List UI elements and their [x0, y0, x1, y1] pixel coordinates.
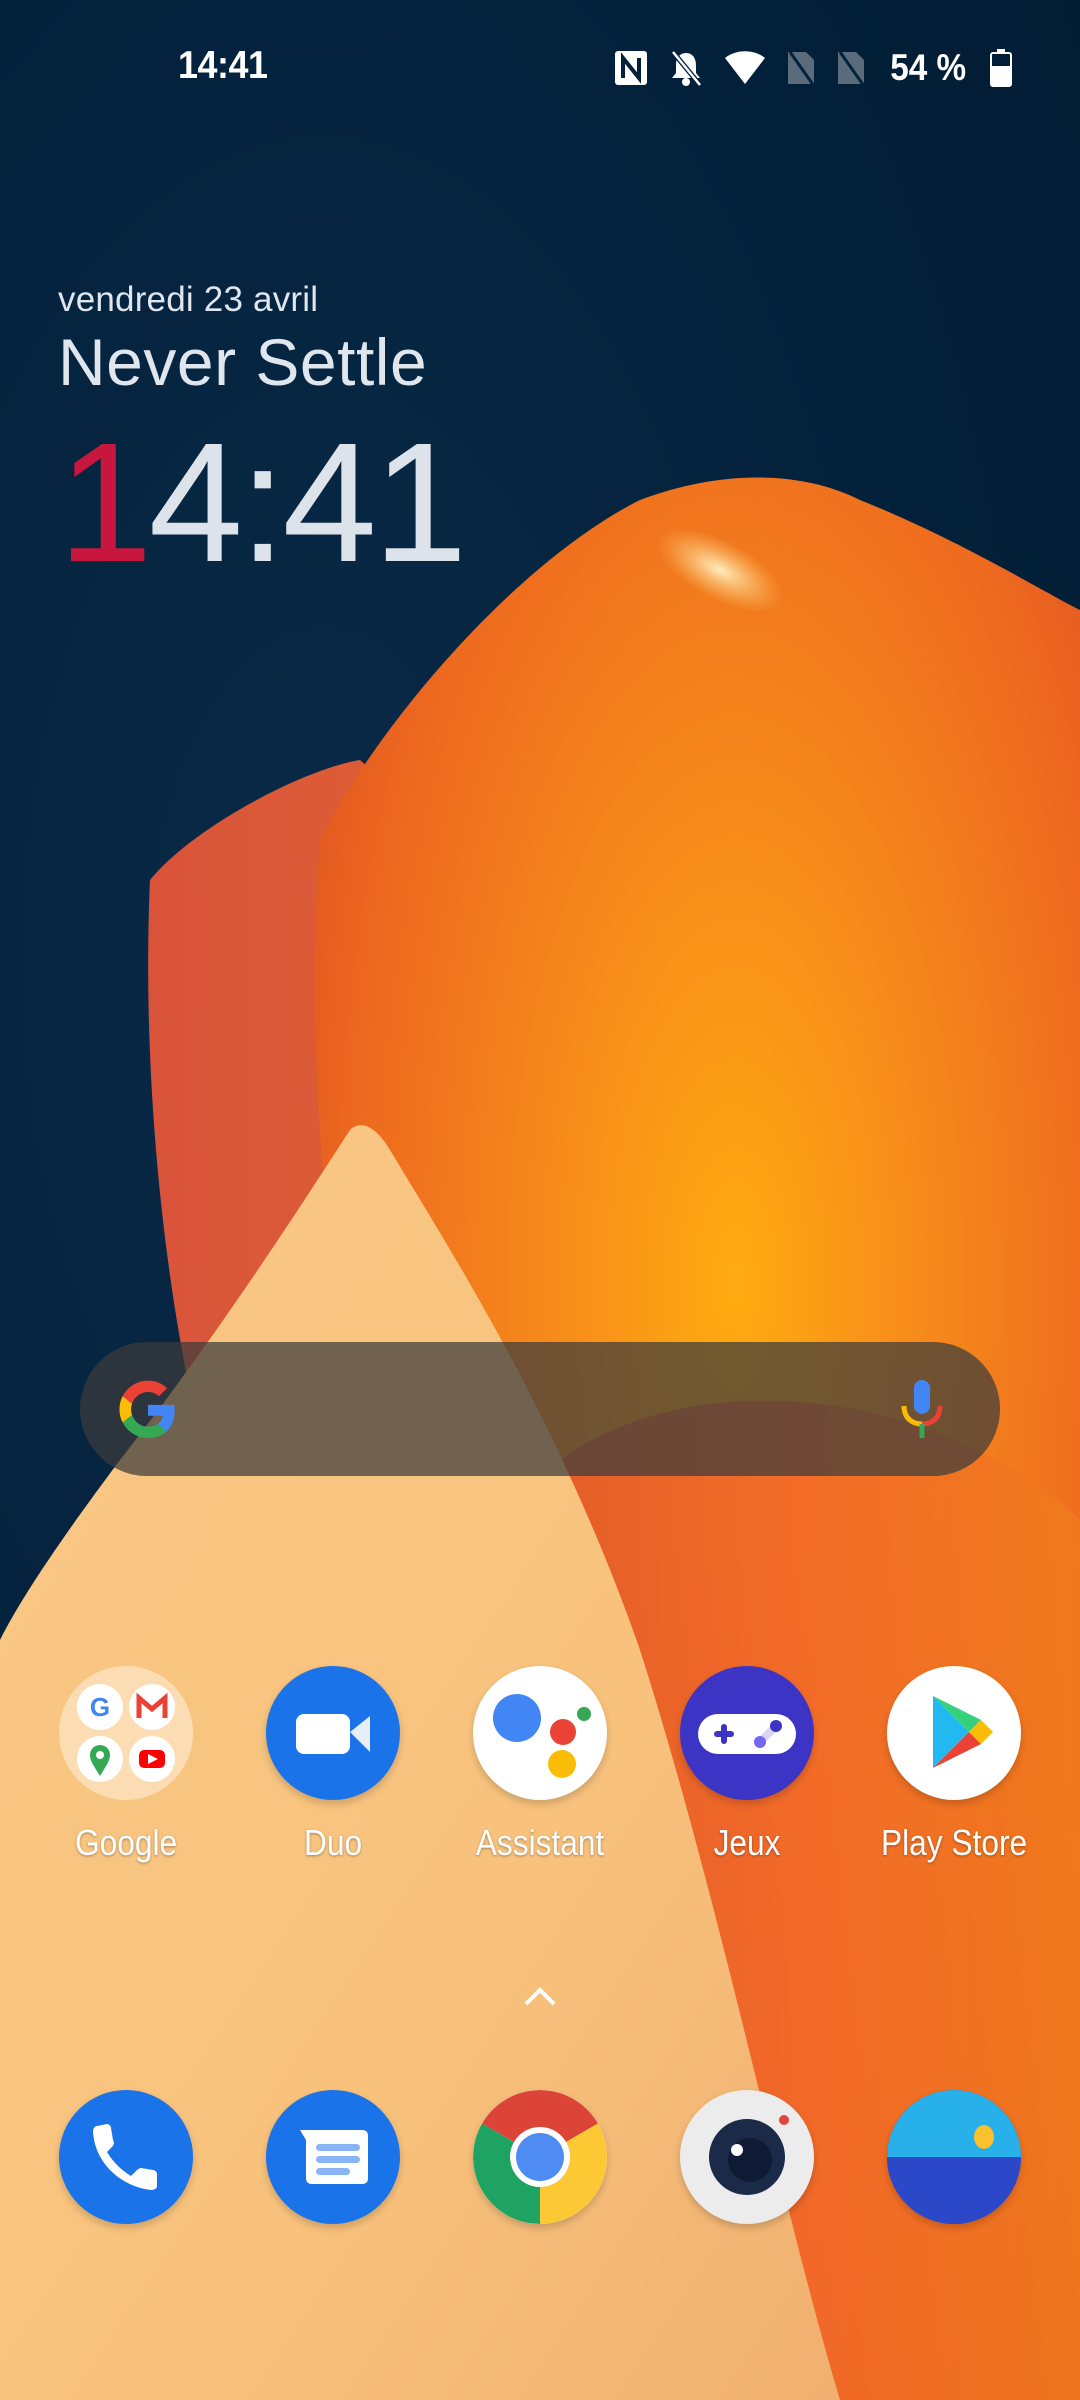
google-search-bar[interactable]: [80, 1342, 1000, 1476]
sim-absent-icon: [836, 50, 866, 86]
dock-chrome[interactable]: [450, 2090, 630, 2224]
battery-percent: 54 %: [889, 47, 966, 88]
clock-widget[interactable]: vendredi 23 avril Never Settle 14:41: [58, 280, 467, 588]
gamepad-icon: [680, 1666, 815, 1800]
microphone-icon[interactable]: [900, 1378, 944, 1447]
assistant-icon: [472, 1666, 607, 1800]
app-play-store[interactable]: Play Store: [864, 1666, 1044, 1864]
app-assistant[interactable]: Assistant: [450, 1666, 630, 1864]
app-label: Play Store: [881, 1822, 1028, 1863]
app-label: Assistant: [475, 1822, 605, 1863]
duo-video-icon: [265, 1666, 400, 1800]
clock-accent-digit: 1: [58, 408, 153, 598]
battery-icon: [990, 49, 1012, 87]
app-label: Jeux: [713, 1822, 781, 1863]
google-g-icon: [116, 1378, 180, 1447]
app-label: Duo: [303, 1822, 362, 1863]
chrome-icon: [472, 2090, 607, 2224]
app-label: Google: [74, 1822, 177, 1863]
svg-text:G: G: [89, 1692, 109, 1722]
dock-camera[interactable]: [657, 2090, 837, 2224]
dock-gallery[interactable]: [864, 2090, 1044, 2224]
messages-icon: [265, 2090, 400, 2224]
status-icons: 54 %: [614, 44, 1012, 92]
motto-text: Never Settle: [58, 325, 428, 399]
dock-phone[interactable]: [36, 2090, 216, 2224]
bell-off-icon: [668, 49, 704, 87]
phone-icon: [58, 2090, 193, 2224]
dock: [0, 2090, 1080, 2224]
app-google-folder[interactable]: G Google: [36, 1666, 216, 1864]
app-duo[interactable]: Duo: [243, 1666, 423, 1864]
camera-icon: [680, 2090, 815, 2224]
dock-messages[interactable]: [243, 2090, 423, 2224]
status-bar[interactable]: 14:41 54 %: [0, 0, 1080, 140]
date-text: vendredi 23 avril: [58, 280, 319, 319]
big-clock: 14:41: [58, 418, 467, 588]
wifi-icon: [724, 50, 766, 86]
app-drawer-button[interactable]: [522, 1984, 558, 2013]
play-store-icon: [887, 1666, 1022, 1800]
app-jeux[interactable]: Jeux: [657, 1666, 837, 1864]
clock-rest: 4:41: [148, 408, 468, 598]
google-folder-icon: G: [58, 1666, 193, 1800]
home-app-row: G Google Duo Assistant Jeux Play Store: [0, 1666, 1080, 1864]
sim-absent-icon: [786, 50, 816, 86]
status-time: 14:41: [178, 44, 268, 87]
chevron-up-icon: [522, 1987, 558, 2012]
nfc-icon: [614, 50, 648, 86]
gallery-icon: [887, 2090, 1022, 2224]
